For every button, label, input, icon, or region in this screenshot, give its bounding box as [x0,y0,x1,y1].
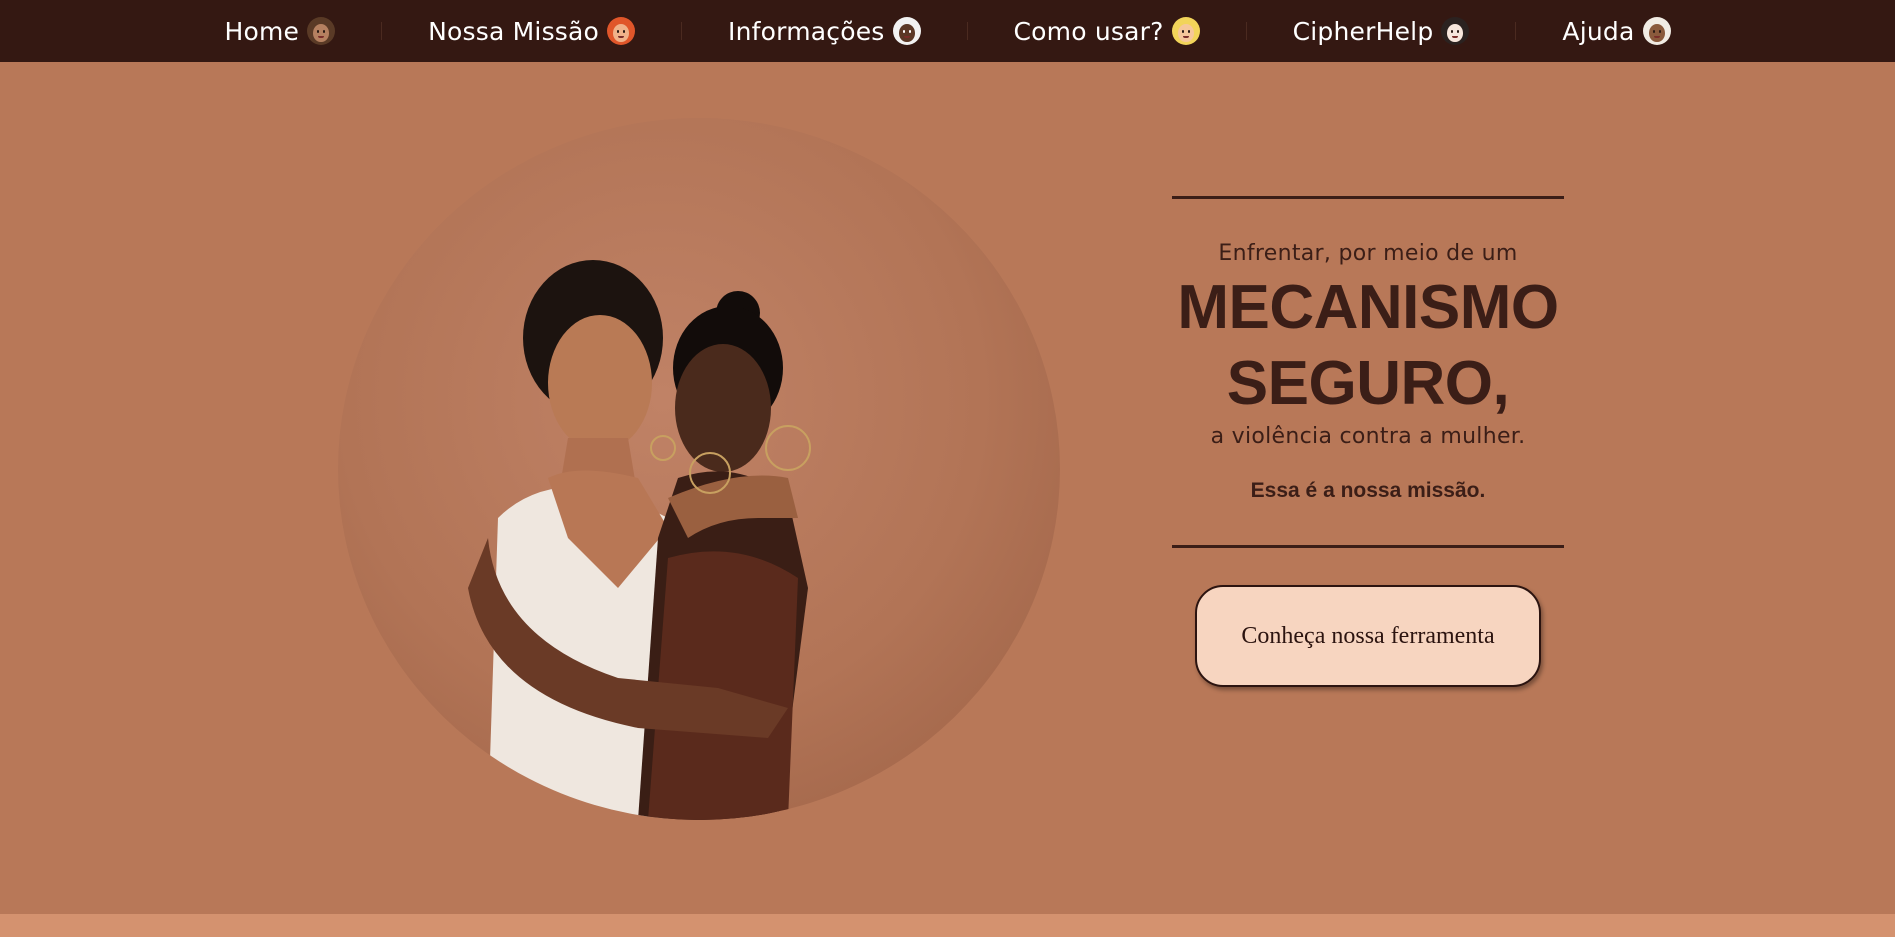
nav-divider [1245,22,1247,40]
nav-item-ajuda[interactable]: Ajuda [1562,16,1671,46]
nav-item-label: Ajuda [1562,16,1635,46]
nav-list: Home Nossa Missão Informações Como usar?… [225,17,1671,46]
hero-headline-line1: MECANISMO [1177,273,1559,342]
nav-item-nossa-missao[interactable]: Nossa Missão [428,16,636,46]
woman-white-hair-dark-skin-icon [892,17,921,45]
hero-posttext: a violência contra a mulher. [1210,424,1526,449]
nav-divider [381,22,383,40]
woman-headscarf-icon [1642,17,1671,45]
nav-item-cipherhelp[interactable]: CipherHelp [1293,17,1470,46]
bottom-band [0,914,1895,937]
woman-red-hair-icon [607,17,636,45]
divider-top [1172,196,1564,199]
divider-bottom [1172,545,1564,548]
nav-item-como-usar[interactable]: Como usar? [1014,17,1200,46]
nav-item-label: Home [224,16,300,46]
nav-item-informacoes[interactable]: Informações [728,16,921,46]
nav-item-label: Como usar? [1013,16,1164,46]
nav-divider [681,22,683,40]
nav-item-label: Informações [728,16,885,46]
woman-medium-skin-icon [307,17,336,45]
hero-photo [338,118,1060,820]
nav-divider [966,22,968,40]
hero-headline-line2: SEGURO, [1226,349,1510,418]
hero-tagline: Enfrentar, por meio de um MECANISMO SEGU… [1172,196,1564,548]
nav-item-label: Nossa Missão [428,16,600,46]
hero-headline: MECANISMO SEGURO, [1172,270,1564,422]
woman-blonde-icon [1171,17,1200,45]
nav-item-label: CipherHelp [1292,16,1434,46]
cta-button[interactable]: Conheça nossa ferramenta [1195,585,1541,687]
two-women-embracing-image [468,260,811,820]
hero-pretext: Enfrentar, por meio de um [1218,241,1518,266]
woman-dark-hair-icon [1441,17,1470,45]
nav-item-home[interactable]: Home [225,17,336,46]
top-navigation: Home Nossa Missão Informações Como usar?… [0,0,1895,62]
mission-statement: Essa é a nossa missão. [1250,479,1486,502]
nav-divider [1515,22,1517,40]
